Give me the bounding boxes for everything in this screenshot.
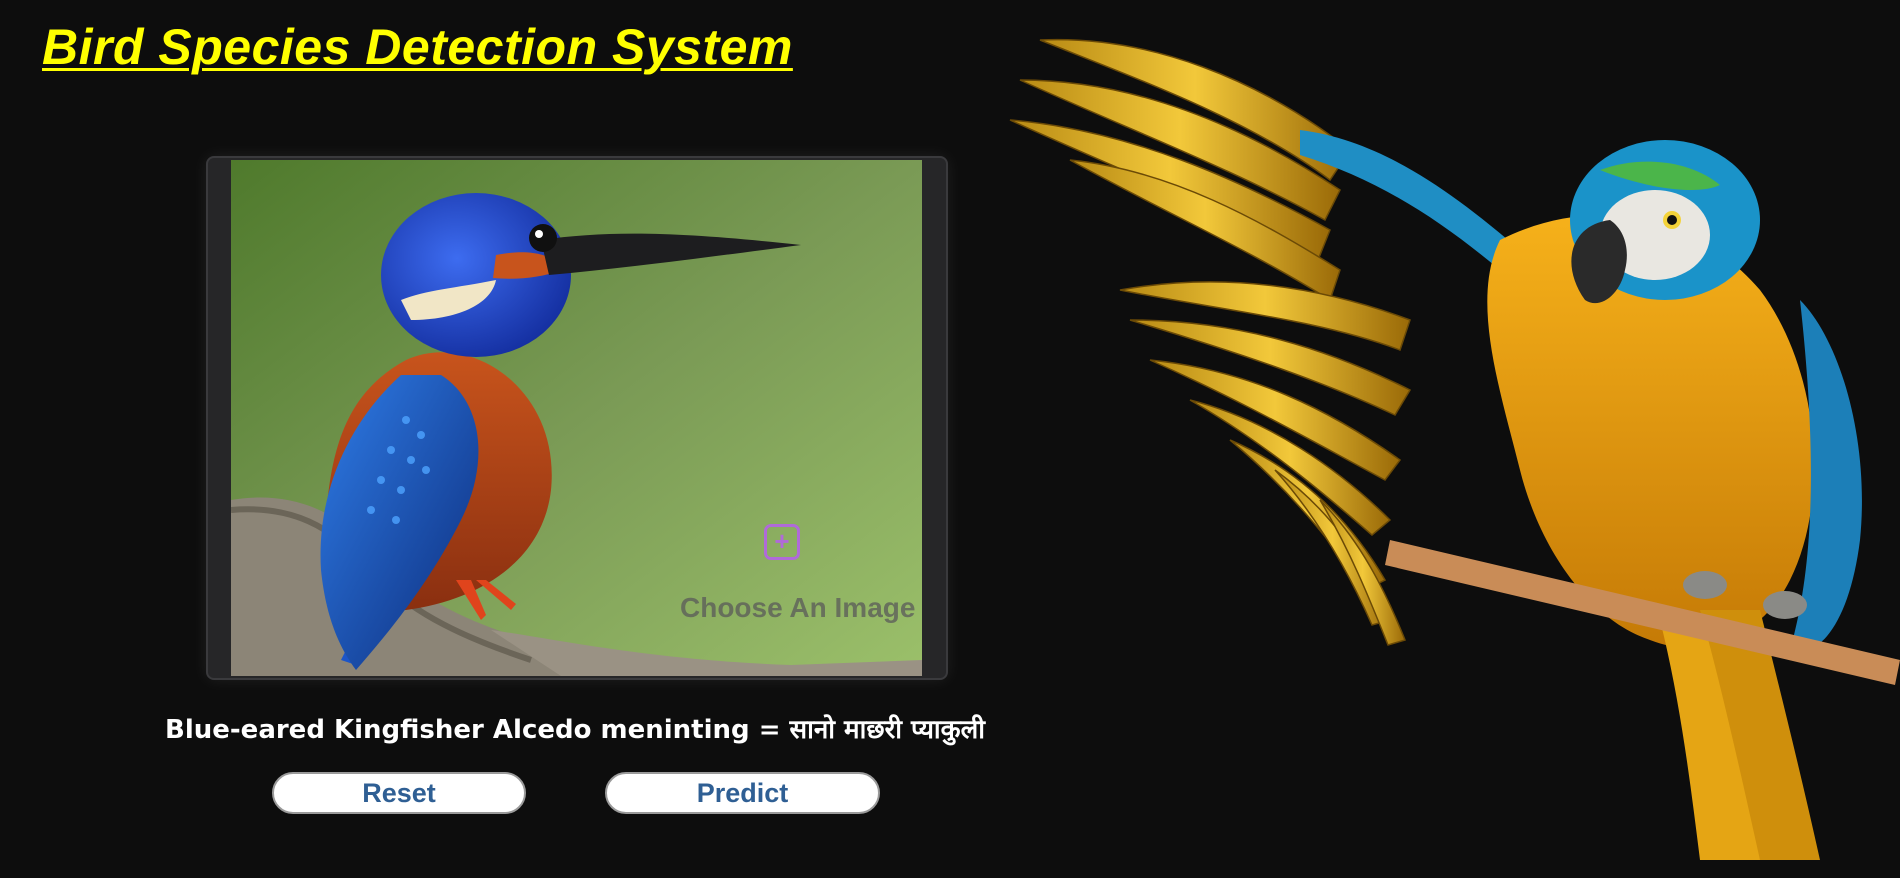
app-page: Bird Species Detection System + Choose A… — [0, 0, 1900, 878]
reset-button[interactable]: Reset — [272, 772, 526, 814]
image-upload-dropzone[interactable]: + Choose An Image — [206, 156, 948, 680]
predict-button[interactable]: Predict — [605, 772, 880, 814]
prediction-result-text: Blue-eared Kingfisher Alcedo meninting =… — [165, 715, 985, 745]
macaw-illustration — [1009, 38, 1900, 860]
add-image-icon[interactable]: + — [764, 524, 800, 560]
upload-hint-text: Choose An Image — [680, 592, 916, 623]
page-title: Bird Species Detection System — [42, 19, 793, 75]
